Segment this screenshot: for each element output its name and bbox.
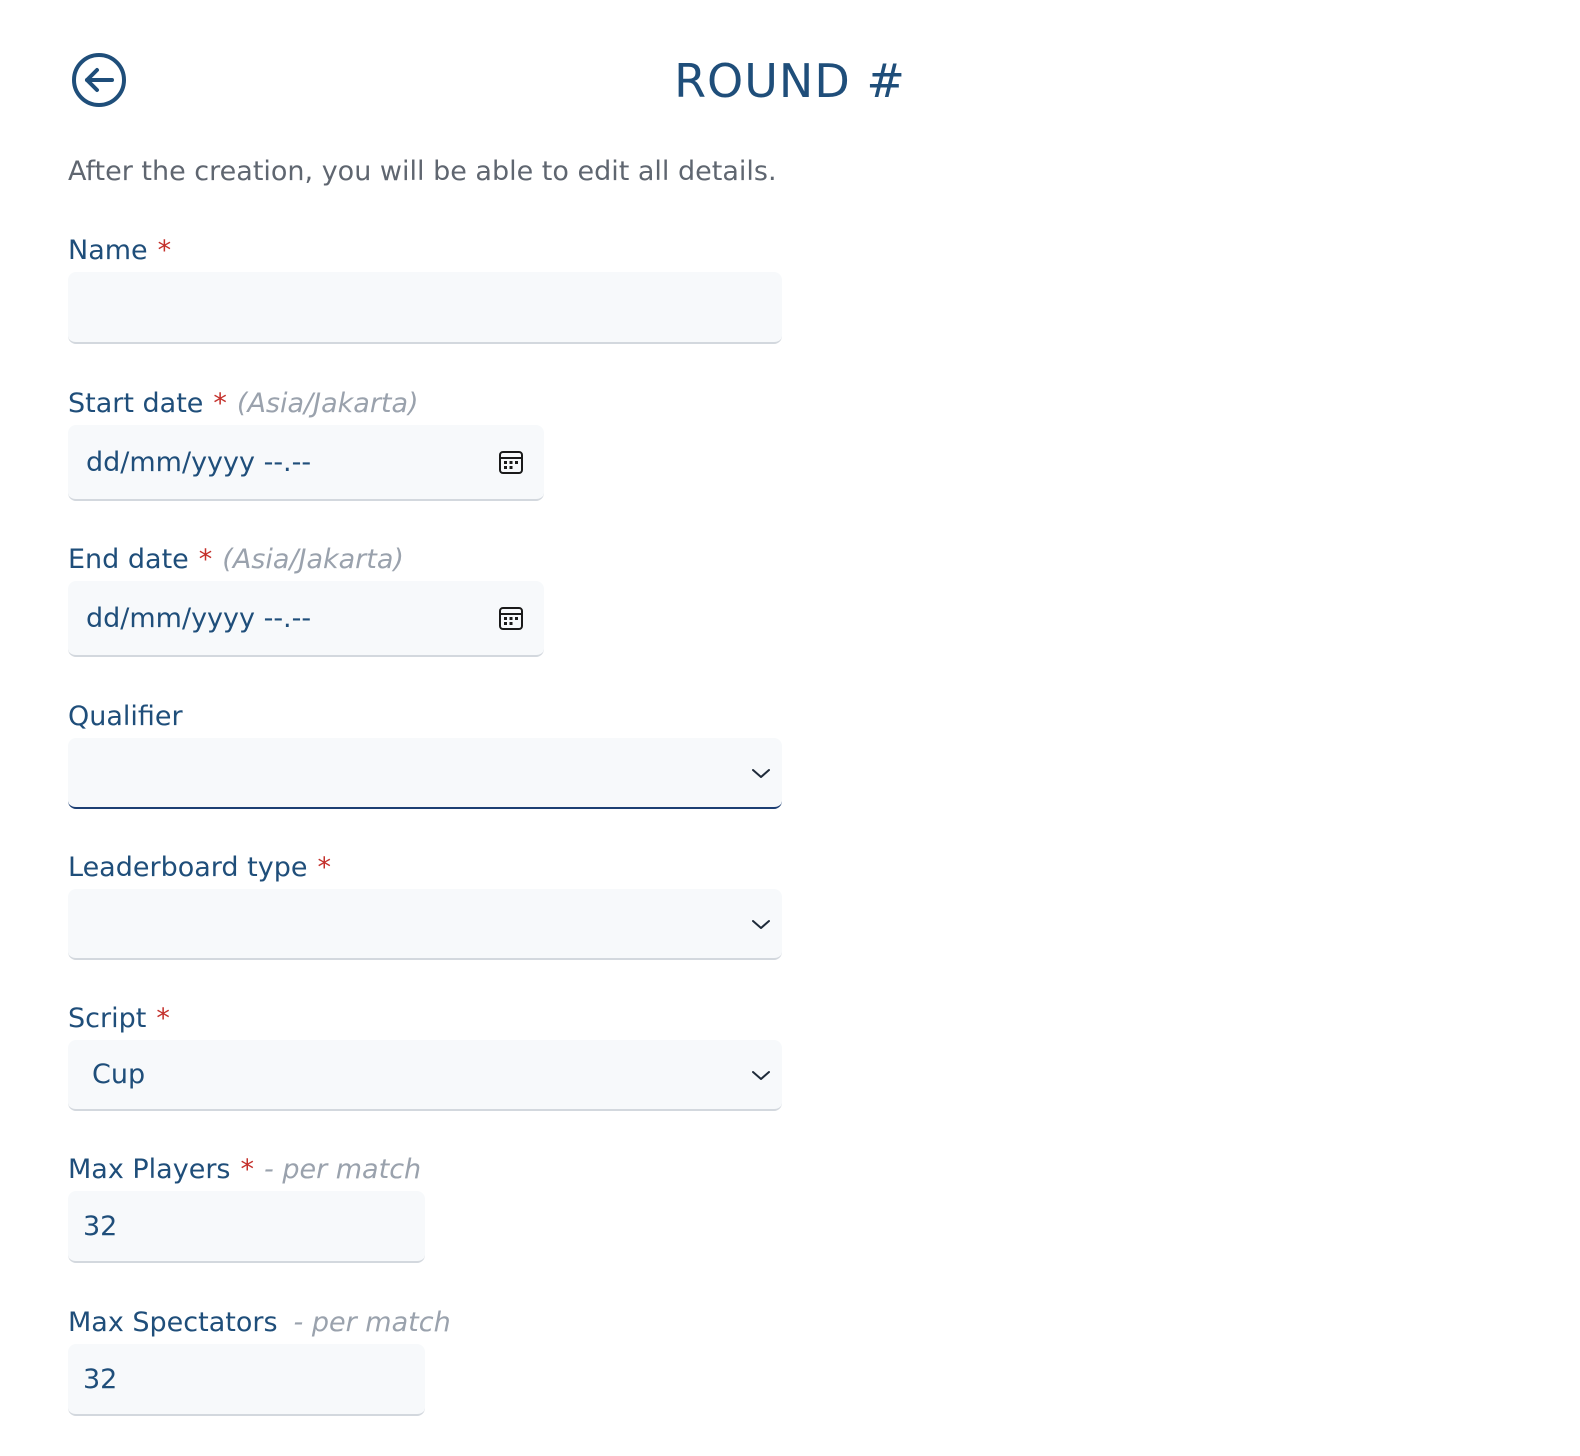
leaderboard-type-label: Leaderboard type * (68, 850, 331, 886)
start-date-label-text: Start date (68, 388, 204, 419)
script-label-text: Script (68, 1003, 147, 1034)
max-spectators-value: 32 (83, 1363, 118, 1395)
qualifier-select[interactable] (68, 738, 782, 809)
name-input[interactable] (68, 272, 782, 344)
max-players-input[interactable]: 32 (68, 1191, 425, 1263)
required-mark: * (240, 1154, 255, 1185)
end-date-label: End date * (Asia/Jakarta) (68, 542, 404, 578)
end-date-label-text: End date (68, 544, 189, 575)
script-select[interactable]: Cup (68, 1040, 782, 1111)
form-description: After the creation, you will be able to … (68, 156, 777, 187)
page-title: ROUND # (674, 54, 906, 108)
required-mark: * (156, 1003, 170, 1034)
required-mark: * (198, 544, 213, 575)
max-players-label-text: Max Players (68, 1154, 231, 1185)
required-mark: * (317, 852, 331, 883)
name-label-text: Name (68, 235, 148, 266)
script-label: Script * (68, 1001, 170, 1037)
end-date-input[interactable]: dd/mm/yyyy --.-- (68, 581, 544, 657)
required-mark: * (213, 388, 227, 419)
name-label: Name * (68, 233, 171, 269)
start-date-label: Start date * (Asia/Jakarta) (68, 386, 419, 422)
max-players-label: Max Players * - per match (68, 1152, 421, 1188)
max-spectators-input[interactable]: 32 (68, 1344, 425, 1416)
chevron-down-icon (752, 919, 770, 929)
max-spectators-label: Max Spectators - per match (68, 1305, 451, 1341)
leaderboard-type-label-text: Leaderboard type (68, 852, 308, 883)
script-select-value: Cup (92, 1059, 146, 1090)
required-mark: * (157, 235, 172, 266)
max-spectators-hint: - per match (293, 1307, 451, 1338)
chevron-down-icon (752, 768, 770, 778)
end-date-value: dd/mm/yyyy --.-- (86, 602, 312, 634)
max-spectators-label-text: Max Spectators (68, 1307, 278, 1338)
chevron-down-icon (752, 1070, 770, 1080)
end-date-timezone-hint: (Asia/Jakarta) (222, 544, 404, 575)
start-date-timezone-hint: (Asia/Jakarta) (236, 388, 419, 419)
start-date-value: dd/mm/yyyy --.-- (86, 446, 312, 478)
max-players-value: 32 (83, 1210, 118, 1242)
start-date-input[interactable]: dd/mm/yyyy --.-- (68, 425, 544, 501)
qualifier-label-text: Qualifier (68, 701, 183, 732)
calendar-icon[interactable] (498, 449, 524, 475)
max-players-hint: - per match (264, 1154, 422, 1185)
leaderboard-type-select[interactable] (68, 889, 782, 960)
qualifier-label: Qualifier (68, 699, 183, 735)
calendar-icon[interactable] (498, 605, 524, 631)
